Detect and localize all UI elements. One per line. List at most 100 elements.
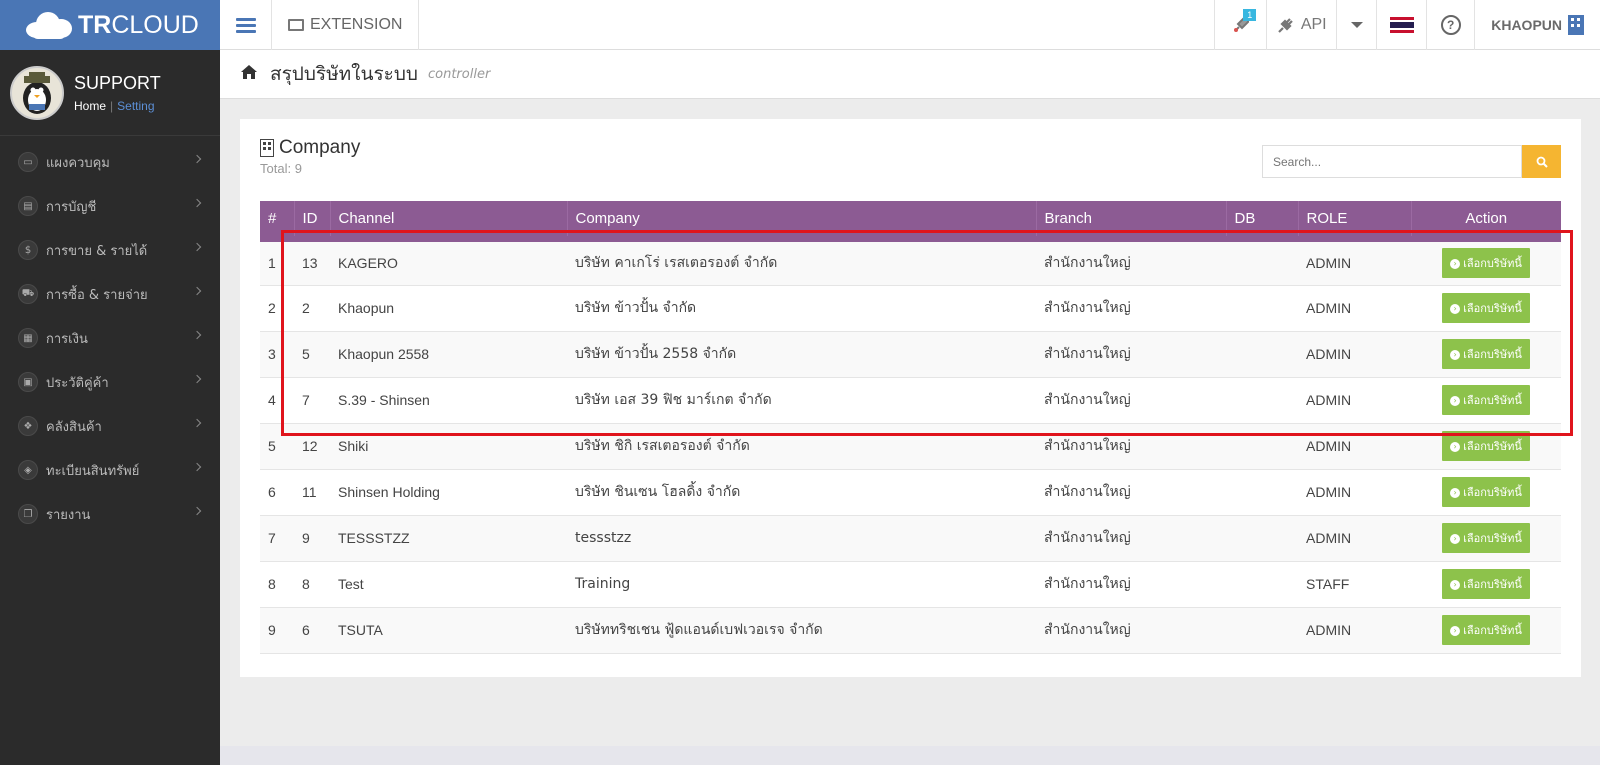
row-id: 6 [302, 622, 310, 638]
sidebar-item-sales[interactable]: $ การขาย & รายได้ [0, 228, 220, 272]
select-company-button[interactable]: › เลือกบริษัทนี้ [1442, 385, 1530, 415]
arrow-circle-right-icon: › [1450, 626, 1461, 636]
row-branch: สำนักงานใหญ่ [1044, 530, 1131, 546]
row-channel: TESSSTZZ [338, 530, 410, 546]
column-header-company[interactable]: Company [566, 201, 1036, 239]
api-button[interactable]: API [1266, 0, 1336, 50]
row-number: 1 [268, 255, 276, 272]
row-company: บริษัททริชเชน ฟู้ดแอนด์เบฟเวอเรจ จำกัด [575, 622, 823, 638]
chevron-right-icon [192, 462, 202, 472]
notifications-button[interactable]: 1 [1214, 0, 1266, 50]
chevron-right-icon [192, 154, 202, 164]
row-role: ADMIN [1306, 255, 1352, 272]
select-company-label: เลือกบริษัทนี้ [1463, 486, 1522, 499]
select-company-button[interactable]: › เลือกบริษัทนี้ [1442, 293, 1530, 323]
select-company-button[interactable]: › เลือกบริษัทนี้ [1442, 248, 1530, 279]
table-row[interactable]: 6 11 Shinsen Holding บริษัท ชินเซน โฮลดิ้ง … [260, 469, 1561, 515]
cubes-icon: ❖ [18, 416, 38, 436]
company-panel: Company Total: 9 # ID Channel Company Br… [240, 119, 1581, 677]
language-button[interactable] [1376, 0, 1426, 50]
select-company-label: เลือกบริษัทนี้ [1463, 394, 1522, 407]
search-input[interactable] [1262, 145, 1522, 178]
column-header-channel[interactable]: Channel [329, 201, 567, 239]
search-button[interactable] [1522, 145, 1561, 178]
select-company-button[interactable]: › เลือกบริษัทนี้ [1442, 569, 1530, 599]
column-header-num: # [268, 210, 277, 227]
row-branch: สำนักงานใหญ่ [1044, 346, 1131, 362]
user-name: KHAOPUN [1491, 17, 1562, 33]
menu-toggle-button[interactable] [220, 0, 272, 50]
select-company-button[interactable]: › เลือกบริษัทนี้ [1442, 477, 1530, 507]
column-header-db[interactable]: DB [1225, 201, 1298, 239]
table-row[interactable]: 5 12 Shiki บริษัท ชิกิ เรสเตอรองต์ จำกัด สำน… [260, 423, 1561, 469]
building-icon [1568, 15, 1584, 35]
row-company: บริษัท ชินเซน โฮลดิ้ง จำกัด [575, 484, 741, 500]
question-circle-icon: ? [1440, 15, 1461, 35]
sidebar-item-inventory[interactable]: ❖ คลังสินค้า [0, 404, 220, 448]
page-subtitle: controller [427, 66, 491, 82]
page-header: สรุปบริษัทในระบบ controller [220, 50, 1600, 99]
row-channel: Test [338, 576, 364, 592]
column-header-branch[interactable]: Branch [1035, 201, 1226, 239]
column-header-role[interactable]: ROLE [1297, 201, 1411, 239]
select-company-button[interactable]: › เลือกบริษัทนี้ [1442, 615, 1530, 645]
search-icon [1536, 156, 1548, 168]
sidebar-item-reports[interactable]: ❐ รายงาน [0, 492, 220, 536]
setting-link[interactable]: Setting [117, 99, 154, 113]
table-row[interactable]: 4 7 S.39 - Shinsen บริษัท เอส 39 ฟิช มาร์เก… [260, 377, 1561, 423]
table-row[interactable]: 3 5 Khaopun 2558 บริษัท ข้าวปั้น 2558 จำกัด… [260, 331, 1561, 377]
row-id: 11 [302, 484, 317, 500]
table-row[interactable]: 8 8 Test Training สำนักงานใหญ่ STAFF › เลือกบริ… [260, 561, 1561, 607]
sidebar: SUPPORT Home | Setting ▭ แผงควบคุม ▤ การบั… [0, 50, 220, 765]
table-row[interactable]: 2 2 Khaopun บริษัท ข้าวปั้น จำกัด สำนักงานให… [260, 285, 1561, 331]
home-link[interactable]: Home [74, 99, 106, 113]
row-id: 7 [302, 392, 310, 408]
table-row[interactable]: 1 13 KAGERO บริษัท คาเกโร่ เรสเตอรองต์ จำกั… [260, 239, 1561, 285]
trcloud-logo[interactable]: TRCLOUD [0, 0, 220, 50]
row-role: ADMIN [1306, 438, 1352, 454]
arrow-circle-right-icon: › [1450, 350, 1461, 360]
chevron-right-icon [192, 286, 202, 296]
calendar-icon: ▦ [18, 328, 38, 348]
profile-section: SUPPORT Home | Setting [0, 50, 220, 136]
row-number: 5 [268, 438, 276, 454]
dropdown-button[interactable] [1336, 0, 1376, 50]
select-company-button[interactable]: › เลือกบริษัทนี้ [1442, 523, 1530, 553]
sidebar-item-dashboard[interactable]: ▭ แผงควบคุม [0, 140, 220, 184]
table-row[interactable]: 9 6 TSUTA บริษัททริชเชน ฟู้ดแอนด์เบฟเวอเรจ … [260, 607, 1561, 653]
row-action: › เลือกบริษัทนี้ [1411, 561, 1561, 607]
user-menu-button[interactable]: KHAOPUN [1474, 0, 1600, 50]
api-label: API [1300, 16, 1327, 33]
diamond-icon: ◈ [18, 460, 38, 480]
sidebar-item-accounting[interactable]: ▤ การบัญชี [0, 184, 220, 228]
home-icon[interactable] [240, 64, 258, 85]
sidebar-item-label: รายงาน [46, 507, 91, 523]
avatar[interactable] [10, 65, 64, 120]
row-db [1226, 239, 1298, 285]
table-row[interactable]: 7 9 TESSSTZZ tessstzz สำนักงานใหญ่ ADMIN › เลือ… [260, 515, 1561, 561]
company-table: # ID Channel Company Branch DB ROLE Acti… [260, 201, 1561, 654]
row-company: บริษัท ข้าวปั้น 2558 จำกัด [575, 346, 737, 362]
row-branch: สำนักงานใหญ่ [1044, 438, 1131, 454]
page-title: สรุปบริษัทในระบบ [270, 63, 418, 85]
row-company: บริษัท ข้าวปั้น จำกัด [575, 300, 697, 316]
chevron-right-icon [192, 242, 202, 252]
panel-title-text: Company [279, 137, 361, 158]
row-db [1226, 377, 1298, 423]
help-button[interactable]: ? [1426, 0, 1474, 50]
column-header-id[interactable]: ID [293, 201, 330, 239]
link-separator: | [110, 98, 114, 113]
select-company-button[interactable]: › เลือกบริษัทนี้ [1442, 339, 1530, 369]
extension-button[interactable]: EXTENSION [272, 0, 420, 50]
sidebar-item-purchases[interactable]: ⛟ การซื้อ & รายจ่าย [0, 272, 220, 316]
row-channel: Shinsen Holding [338, 484, 440, 500]
select-company-label: เลือกบริษัทนี้ [1463, 624, 1522, 637]
sidebar-item-finance[interactable]: ▦ การเงิน [0, 316, 220, 360]
sidebar-item-assets[interactable]: ◈ ทะเบียนสินทรัพย์ [0, 448, 220, 492]
logo-text: TRCLOUD [78, 10, 199, 39]
sidebar-item-contacts[interactable]: ▣ ประวัติคู่ค้า [0, 360, 220, 404]
row-id: 2 [302, 300, 310, 316]
select-company-label: เลือกบริษัทนี้ [1463, 348, 1522, 361]
row-branch: สำนักงานใหญ่ [1044, 484, 1131, 500]
select-company-button[interactable]: › เลือกบริษัทนี้ [1442, 431, 1530, 461]
